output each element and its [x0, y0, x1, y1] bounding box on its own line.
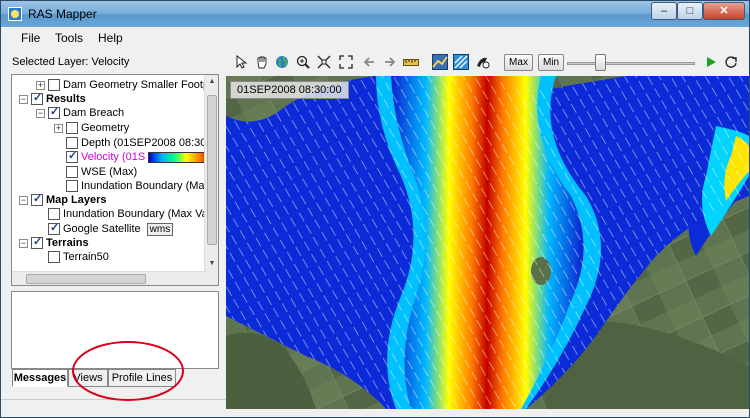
app-icon: [8, 7, 22, 21]
minimize-button[interactable]: –: [651, 2, 677, 20]
menu-tools[interactable]: Tools: [55, 31, 83, 45]
max-button[interactable]: Max: [504, 54, 533, 71]
map-timestamp: 01SEP2008 08:30:00: [230, 81, 349, 99]
time-slider-thumb[interactable]: [595, 54, 606, 71]
tree-item-terrains[interactable]: − Terrains: [19, 235, 89, 250]
time-slider-track[interactable]: [567, 62, 695, 65]
expand-icon[interactable]: +: [54, 123, 63, 133]
tree-item-terrain50[interactable]: Terrain50: [48, 250, 109, 264]
close-button[interactable]: ✕: [703, 2, 745, 20]
collapse-icon[interactable]: −: [36, 108, 45, 118]
layer-style-icon[interactable]: [453, 54, 469, 70]
pan-hand-icon[interactable]: [254, 54, 270, 70]
menu-help[interactable]: Help: [98, 31, 123, 45]
checkbox[interactable]: [66, 122, 78, 134]
refresh-icon[interactable]: [723, 54, 739, 70]
annotation-circle: [72, 341, 184, 401]
menu-bar: File Tools Help: [1, 27, 749, 49]
tree-item-results[interactable]: − Results: [19, 91, 86, 106]
tree-item-map-layers[interactable]: − Map Layers: [19, 192, 107, 207]
tree-item-inundation-result[interactable]: Inundation Boundary (Max Va: [66, 179, 218, 193]
tree-item-dam-breach[interactable]: − Dam Breach: [36, 105, 124, 120]
scrollbar-thumb[interactable]: [26, 274, 146, 284]
collapse-icon[interactable]: −: [19, 195, 28, 205]
scrollbar-thumb[interactable]: [207, 95, 217, 245]
forward-arrow-icon[interactable]: [382, 54, 398, 70]
checkbox[interactable]: [31, 235, 43, 249]
maximize-button[interactable]: □: [677, 2, 703, 20]
menu-file[interactable]: File: [21, 31, 40, 45]
tree-item-inundation-map[interactable]: Inundation Boundary (Max Value: [48, 207, 218, 221]
checkbox[interactable]: [66, 149, 78, 163]
ras-mapper-window: RAS Mapper – □ ✕ File Tools Help Selecte…: [0, 0, 750, 418]
min-button[interactable]: Min: [538, 54, 564, 71]
measure-ruler-icon[interactable]: [403, 54, 419, 70]
wms-badge[interactable]: wms: [146, 222, 174, 236]
title-bar: RAS Mapper – □ ✕: [1, 1, 749, 27]
selected-layer-value: Velocity: [91, 56, 130, 68]
velocity-map-rendering: [226, 76, 749, 409]
checkbox[interactable]: [66, 180, 78, 192]
checkbox[interactable]: [48, 105, 60, 119]
window-title: RAS Mapper: [28, 7, 97, 21]
zoom-in-icon[interactable]: [295, 54, 311, 70]
checkbox[interactable]: [66, 137, 78, 149]
tree-horizontal-scrollbar[interactable]: [12, 271, 206, 285]
back-arrow-icon[interactable]: [361, 54, 377, 70]
selected-layer-label: Selected Layer:: [12, 56, 89, 68]
globe-icon[interactable]: [274, 54, 290, 70]
tree-item-dam-geometry[interactable]: + Dam Geometry Smaller Footprin: [36, 78, 218, 92]
tree-vertical-scrollbar[interactable]: ▲ ▼: [204, 75, 218, 285]
checkbox[interactable]: [48, 79, 60, 91]
checkbox[interactable]: [48, 251, 60, 263]
map-canvas[interactable]: 01SEP2008 08:30:00: [226, 76, 749, 409]
play-icon[interactable]: [703, 54, 719, 70]
checkbox[interactable]: [66, 166, 78, 178]
velocity-legend-bar: [148, 151, 213, 163]
checkbox[interactable]: [31, 192, 43, 206]
pointer-icon[interactable]: [234, 54, 250, 70]
map-toolbar: Max Min: [229, 51, 749, 75]
selected-layer-display: Selected Layer: Velocity: [12, 56, 129, 68]
tab-messages[interactable]: Messages: [12, 369, 68, 387]
scroll-up-icon[interactable]: ▲: [207, 77, 217, 87]
animation-settings-icon[interactable]: [475, 54, 491, 70]
tree-item-wse[interactable]: WSE (Max): [66, 165, 137, 179]
checkbox[interactable]: [31, 91, 43, 105]
tree-item-geometry[interactable]: + Geometry: [54, 121, 129, 135]
zoom-extents-icon[interactable]: [316, 54, 332, 70]
layer-tree: + Dam Geometry Smaller Footprin − Result…: [11, 74, 219, 286]
collapse-icon[interactable]: −: [19, 94, 28, 104]
tree-item-velocity[interactable]: Velocity (01S: [66, 149, 213, 164]
tree-item-google-satellite[interactable]: Google Satellite wms: [48, 221, 174, 236]
profile-plot-icon[interactable]: [432, 54, 448, 70]
expand-icon[interactable]: +: [36, 80, 45, 90]
checkbox[interactable]: [48, 221, 60, 235]
full-extent-icon[interactable]: [338, 54, 354, 70]
tree-item-depth[interactable]: Depth (01SEP2008 08:30:00): [66, 136, 218, 150]
collapse-icon[interactable]: −: [19, 238, 28, 248]
checkbox[interactable]: [48, 208, 60, 220]
scroll-down-icon[interactable]: ▼: [207, 259, 217, 269]
